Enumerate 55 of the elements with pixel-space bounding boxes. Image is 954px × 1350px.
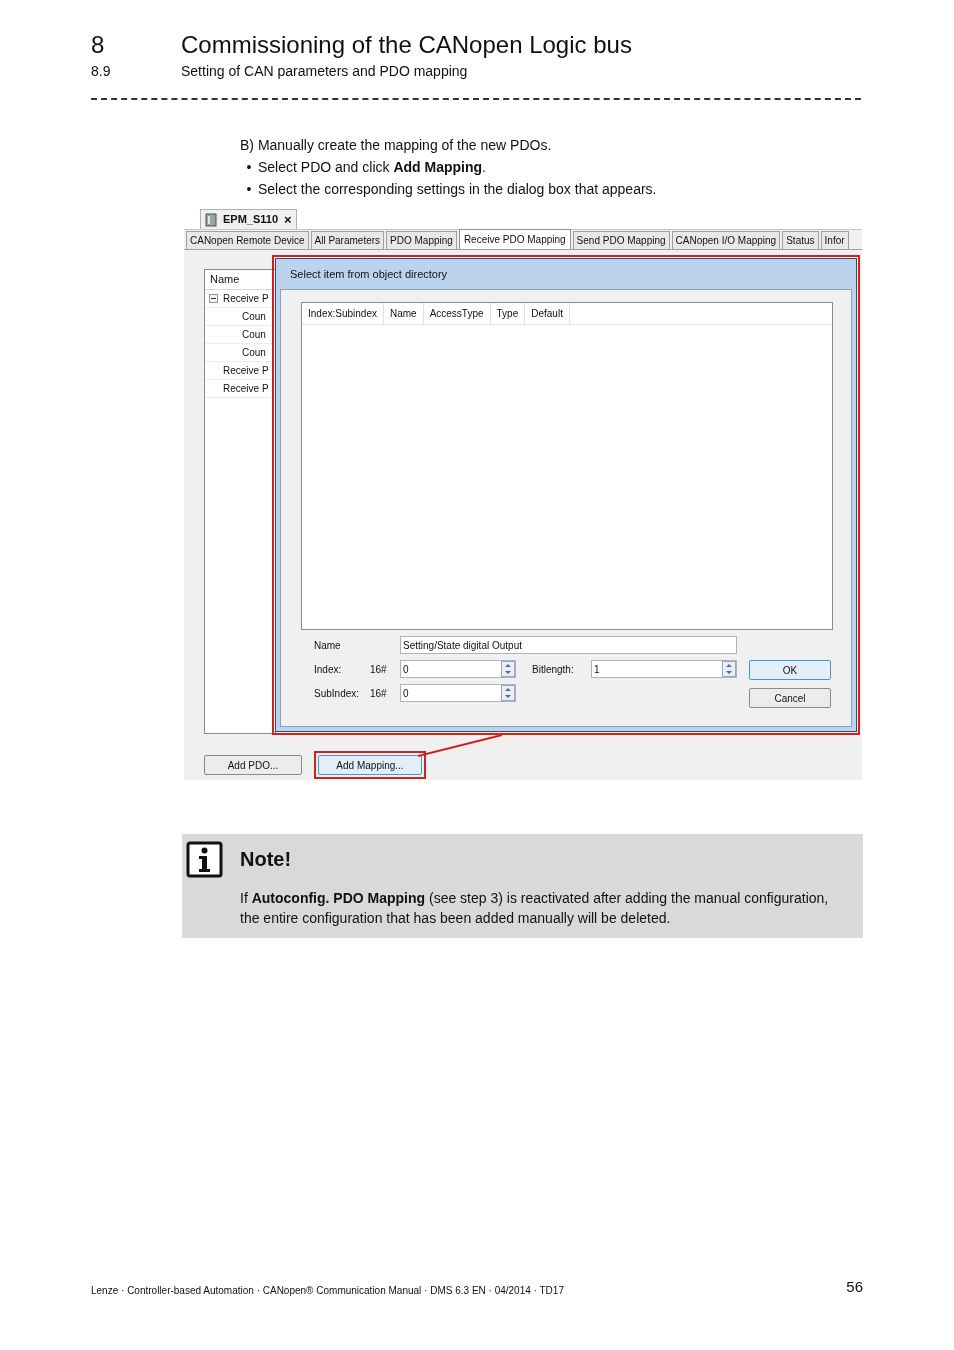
info-icon [186,840,223,878]
editor-tab[interactable]: Send PDO Mapping [572,231,670,249]
subindex-field[interactable]: 0 [400,684,516,702]
section-number: 8.9 [91,62,112,81]
column-header[interactable]: Default [525,303,570,324]
bullet-mark: • [245,158,253,177]
editor-tab[interactable]: CANopen I/O Mapping [671,231,781,249]
dialog-button[interactable]: Add Mapping... [318,755,422,775]
editor-tab[interactable]: Infor [820,231,849,249]
footer-text: Lenze · Controller-based Automation · CANopen® Communication Manual · DMS 6.3 EN · 04/2014 · TD17 [91,1284,564,1298]
hex-prefix: 16# [370,686,388,701]
note-title: Note! [240,847,292,872]
hex-prefix: 16# [370,662,388,677]
field-label: Name [314,638,342,653]
field-label: SubIndex: [314,686,361,701]
instruction-heading: B) Manually create the mapping of the new PDOs. [240,136,553,155]
page-number: 56 [846,1276,863,1297]
editor-tab[interactable]: Status [782,231,819,249]
device-icon [205,212,217,227]
dialog-button[interactable]: Add PDO... [204,755,302,775]
note-text: If Autoconfig. PDO Mapping (see step 3) is reactivated after adding the manual configuration, the entire configuration that has been added manually will be deleted. [240,889,830,928]
document-tab[interactable]: EPM_S110 × [200,209,297,229]
tree-item[interactable]: Receive P [223,363,269,378]
instruction-step: Select PDO and click Add Mapping. [258,156,486,178]
column-header[interactable]: Index:Subindex [302,303,384,324]
index-field[interactable]: 0 [400,660,516,678]
editor-tab[interactable]: Receive PDO Mapping [458,229,571,249]
editor-tab[interactable]: PDO Mapping [386,231,457,249]
chapter-number: 8 [91,30,106,60]
instruction-step: Select the corresponding settings in the dialog box that appears. [258,178,657,200]
dialog-button[interactable]: OK [749,660,831,680]
spinner-icon[interactable] [501,685,515,701]
collapse-icon[interactable] [209,294,218,303]
close-icon[interactable]: × [284,213,292,226]
column-header[interactable]: Name [383,303,424,324]
chapter-title: Commissioning of the CANopen Logic bus [181,30,632,60]
dialog-title: Select item from object directory [289,266,449,282]
spinner-icon[interactable] [722,661,736,677]
tree-item[interactable]: Receive P [223,291,269,306]
tree-item[interactable]: Coun [242,327,266,342]
dialog-button[interactable]: Cancel [749,688,831,708]
field-label: Bitlength: [531,662,575,677]
section-title: Setting of CAN parameters and PDO mapping [181,62,469,81]
spinner-icon[interactable] [501,661,515,677]
editor-tab[interactable]: All Parameters [310,231,385,249]
tree-item[interactable]: Coun [242,309,266,324]
editor-tab[interactable]: CANopen Remote Device [186,231,309,249]
tree-item[interactable]: Receive P [223,381,269,396]
column-header[interactable]: Type [490,303,526,324]
field-label: Index: [314,662,343,677]
bitlength-field[interactable]: 1 [591,660,737,678]
bullet-mark: • [245,180,253,199]
column-header[interactable]: AccessType [423,303,491,324]
name-field[interactable]: Setting/State digital Output [400,636,737,654]
tree-item[interactable]: Coun [242,345,266,360]
